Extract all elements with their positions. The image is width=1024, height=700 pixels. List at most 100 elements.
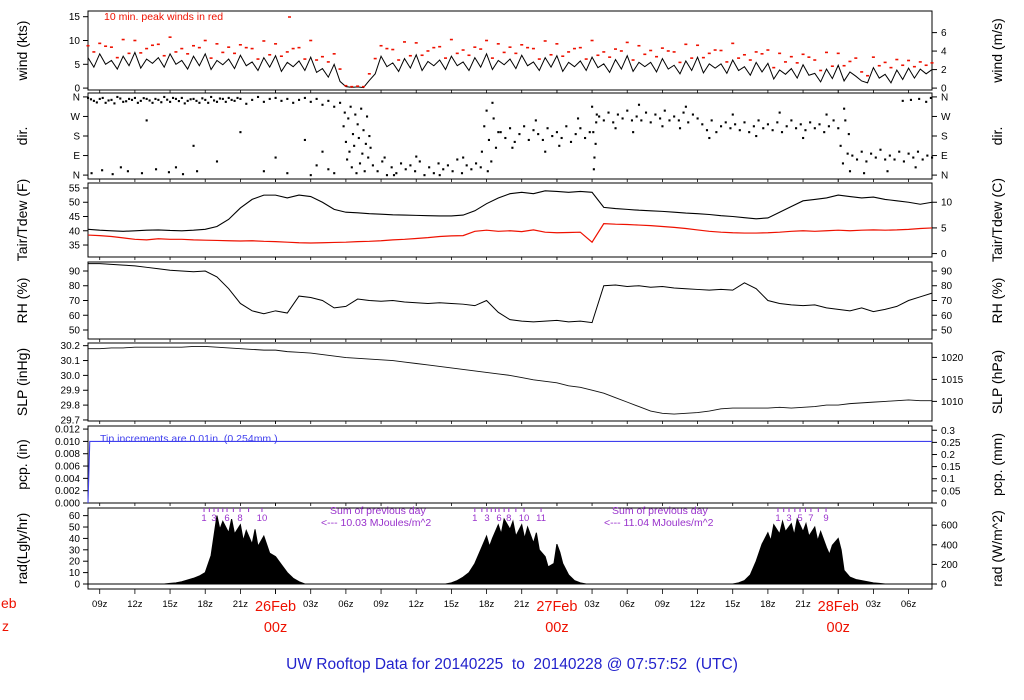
panel-frame-rh xyxy=(87,261,933,340)
y-tick-label: 45 xyxy=(69,212,81,223)
rad-mjoule-label: 5 xyxy=(797,513,802,524)
y-tick-label: 0.1 xyxy=(941,474,955,485)
axis-label-right-dir: dir. xyxy=(989,127,1005,146)
y-tick-label: 70 xyxy=(941,296,953,307)
time-axis: 09z 12z 15z 18z 21z 03z 06z 09z 12z 15z 18z 21z 03z 0… xyxy=(92,599,916,636)
y-tick-label: 60 xyxy=(69,511,81,522)
y-tick-label: 0.2 xyxy=(941,450,955,461)
y-tick-label: 0.002 xyxy=(55,486,80,497)
y-tick-label: 15 xyxy=(69,12,81,23)
y-tick-label: 0 xyxy=(74,579,80,590)
axis-label-right-rad: rad (W/m^2) xyxy=(989,510,1005,587)
y-tick-label: 1015 xyxy=(941,375,964,386)
clipped-date-z: z xyxy=(2,618,9,634)
y-tick-label: 10 xyxy=(69,568,81,579)
time-label: 12z xyxy=(690,599,706,610)
y-tick-label: N xyxy=(941,92,948,103)
y-tick-label: N xyxy=(73,171,80,182)
y-tick-label: S xyxy=(941,132,948,143)
y-tick-label: 50 xyxy=(69,523,81,534)
chart-title: UW Rooftop Data for 20140225 to 20140228… xyxy=(286,656,738,673)
date-label: 27Feb xyxy=(536,599,577,615)
date-label-00z: 00z xyxy=(827,620,850,636)
time-label: 06z xyxy=(901,599,917,610)
y-tick-label: 10 xyxy=(941,198,953,209)
y-tick-label: 0.05 xyxy=(941,486,961,497)
y-tick-label: 80 xyxy=(941,281,953,292)
date-label: 28Feb xyxy=(818,599,859,615)
y-tick-label: 50 xyxy=(69,326,81,337)
panel-dir: NWSENNWSEN xyxy=(71,92,951,182)
wind-peak-note: 10 min. peak winds in red xyxy=(104,11,224,23)
y-tick-label: 600 xyxy=(941,521,958,532)
y-tick-label: 70 xyxy=(69,296,81,307)
y-tick-label: 1020 xyxy=(941,353,964,364)
y-tick-label: 30.0 xyxy=(61,371,81,382)
rad-mjoule-label: 6 xyxy=(496,513,501,524)
time-label: 21z xyxy=(795,599,811,610)
y-tick-label: N xyxy=(941,171,948,182)
time-label: 15z xyxy=(162,599,178,610)
y-tick-label: 30.2 xyxy=(61,341,81,352)
time-label: 15z xyxy=(444,599,460,610)
axis-label-right-wind: wind (m/s) xyxy=(989,18,1005,84)
y-tick-label: 0.000 xyxy=(55,499,80,510)
wind-mean-line xyxy=(87,51,933,89)
axis-label-left-slp: SLP (inHg) xyxy=(14,348,30,416)
y-tick-label: 5 xyxy=(941,223,947,234)
y-tick-label: 90 xyxy=(69,266,81,277)
panel-slp: 29.729.829.930.030.130.2101010151020 xyxy=(61,341,964,426)
rad-mjoule-label: 6 xyxy=(224,513,229,524)
y-tick-label: 30 xyxy=(69,545,81,556)
axis-label-left-rh: RH (%) xyxy=(14,278,30,324)
y-tick-label: 50 xyxy=(69,198,81,209)
panel-frame-dir xyxy=(87,92,933,180)
axis-label-right-slp: SLP (hPa) xyxy=(989,350,1005,414)
rad-mjoule-label: 10 xyxy=(519,513,530,524)
rad-mjoule-label: 3 xyxy=(484,513,489,524)
time-label: 12z xyxy=(409,599,425,610)
y-tick-label: S xyxy=(73,132,80,143)
time-label: 18z xyxy=(479,599,495,610)
y-tick-label: 50 xyxy=(941,326,953,337)
axis-label-left-dir: dir. xyxy=(14,127,30,146)
meteogram-chart: 0510150246wind (kts) wind (m/s)NWSENNWSEN… xyxy=(14,10,1005,636)
y-tick-label: E xyxy=(73,151,80,162)
axis-label-left-rad: rad(Lgly/hr) xyxy=(14,513,30,585)
y-tick-label: 5 xyxy=(74,60,80,71)
rad-mjoule-label: 8 xyxy=(237,513,242,524)
y-tick-label: 2 xyxy=(941,65,947,76)
rad-mjoule-label: 3 xyxy=(211,513,216,524)
y-tick-label: 40 xyxy=(69,226,81,237)
rh-line xyxy=(88,263,933,324)
y-tick-label: 40 xyxy=(69,534,81,545)
rad-mjoule-marks: 1 3 6 8 10 1 3 6 8 10 11 1 3 5 7 9 xyxy=(201,508,829,524)
y-tick-label: 1010 xyxy=(941,397,964,408)
y-tick-label: 6 xyxy=(941,28,947,39)
time-label: 06z xyxy=(338,599,354,610)
panel-tair: 35 40 45 50 55 0 5 10 xyxy=(69,182,953,260)
time-label: 09z xyxy=(655,599,671,610)
rad-sum2-title: Sum of previous day xyxy=(612,505,708,517)
y-tick-label: 60 xyxy=(941,311,953,322)
y-tick-label: 29.8 xyxy=(61,401,81,412)
y-tick-label: 55 xyxy=(69,183,81,194)
y-tick-label: 0.25 xyxy=(941,438,961,449)
time-label: 21z xyxy=(514,599,530,610)
y-tick-label: 0.15 xyxy=(941,462,961,473)
rad-area xyxy=(88,515,932,585)
meteogram: 0 5 10 15 0 2 4 6 wind (kts) wind (m/s) N W S E N N W S E N… xyxy=(0,0,1024,700)
rad-sum2-value: <--- 11.04 MJoules/m^2 xyxy=(604,517,714,529)
axis-label-left-pcp: pcp. (in) xyxy=(14,439,30,490)
axis-label-right-rh: RH (%) xyxy=(989,278,1005,324)
panel-frame-slp xyxy=(87,342,933,422)
y-tick-label: 60 xyxy=(69,311,81,322)
panel-rad: 010203040506002004006001 3 6 8 10 1 3 6 8 10 11 1 3 5… xyxy=(69,507,958,594)
date-label-00z: 00z xyxy=(545,620,568,636)
clipped-date-feb: eb xyxy=(1,595,17,611)
y-tick-label: N xyxy=(73,92,80,103)
y-tick-label: 90 xyxy=(941,266,953,277)
y-tick-label: 0.006 xyxy=(55,462,80,473)
time-label: 18z xyxy=(760,599,776,610)
y-tick-label: 80 xyxy=(69,281,81,292)
